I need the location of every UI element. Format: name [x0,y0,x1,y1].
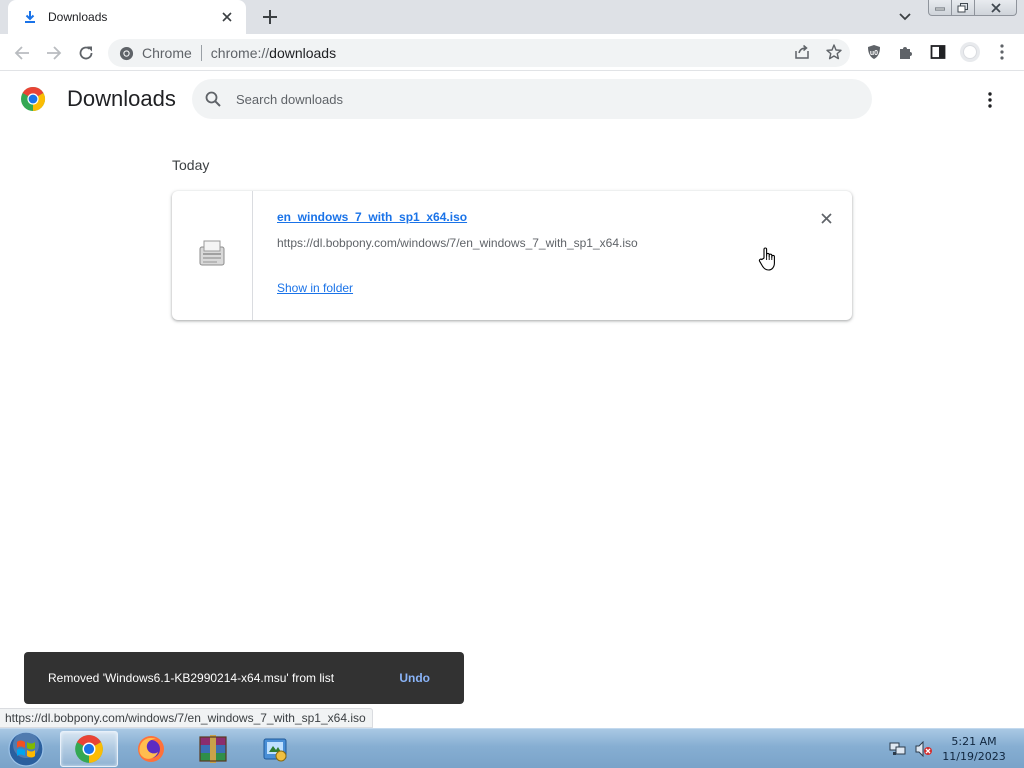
taskbar-control-panel[interactable] [246,731,304,767]
disc-image-file-icon [196,237,228,274]
taskbar-clock[interactable]: 5:21 AM 11/19/2023 [938,734,1010,764]
download-icon [22,9,38,25]
back-button[interactable] [9,40,35,66]
network-tray-icon[interactable] [888,739,908,759]
download-item-card: en_windows_7_with_sp1_x64.iso https://dl… [172,191,852,320]
minimize-button[interactable] [928,0,952,16]
omnibox-separator [200,45,202,61]
undo-button[interactable]: Undo [399,671,430,685]
remove-from-list-icon[interactable] [816,208,836,228]
search-icon [204,90,222,108]
url-scheme: chrome:// [210,45,270,61]
removed-toast: Removed 'Windows6.1-KB2990214-x64.msu' f… [24,652,464,704]
chrome-icon [75,735,103,763]
tab-search-chevron-icon[interactable] [894,8,916,26]
link-status-bubble: https://dl.bobpony.com/windows/7/en_wind… [0,708,373,728]
date-section-heading: Today [172,157,210,173]
chrome-site-icon [118,45,134,61]
restore-button[interactable] [951,0,975,16]
browser-toolbar: Chrome chrome://downloads u0 [0,34,1024,71]
volume-muted-tray-icon[interactable] [914,739,934,759]
download-source-url: https://dl.bobpony.com/windows/7/en_wind… [277,236,638,250]
search-downloads-input[interactable] [236,91,836,107]
control-panel-icon [263,738,287,762]
bookmark-star-icon[interactable] [822,40,846,64]
tab-close-icon[interactable] [218,8,236,26]
windows-taskbar: 5:21 AM 11/19/2023 [0,728,1024,768]
clock-date: 11/19/2023 [942,750,1006,763]
omnibox-url[interactable]: chrome://downloads [211,45,336,61]
tab-strip: Downloads [0,0,1024,34]
profile-avatar-icon[interactable] [958,40,982,64]
omnibox[interactable]: Chrome chrome://downloads [108,39,850,67]
search-downloads-box[interactable] [192,79,872,119]
omnibox-chip-label: Chrome [142,45,192,61]
chrome-logo-icon [20,86,46,112]
hand-cursor-icon [758,246,780,272]
taskbar-chrome[interactable] [60,731,118,767]
forward-button[interactable] [41,40,67,66]
new-tab-icon[interactable] [258,6,282,28]
ublock-shield-icon[interactable]: u0 [862,40,886,64]
file-type-area [172,191,253,320]
url-path: downloads [269,45,337,61]
downloads-menu-icon[interactable] [978,88,1002,112]
firefox-icon [138,736,164,762]
toast-message: Removed 'Windows6.1-KB2990214-x64.msu' f… [48,671,335,685]
tab-downloads[interactable]: Downloads [8,0,246,34]
tab-title: Downloads [48,10,108,24]
share-icon[interactable] [790,40,814,64]
start-button[interactable] [3,730,49,768]
downloads-header: Downloads [0,72,1024,128]
taskbar-winrar[interactable] [184,731,242,767]
winrar-icon [199,735,227,763]
svg-text:u0: u0 [870,50,878,57]
window-close-button[interactable] [974,0,1017,16]
window-controls [928,0,1017,17]
reload-button[interactable] [73,40,99,66]
clock-time: 5:21 AM [951,735,997,748]
extensions-puzzle-icon[interactable] [894,40,918,64]
show-in-folder-link[interactable]: Show in folder [277,281,353,295]
taskbar-firefox[interactable] [122,731,180,767]
download-file-name-link[interactable]: en_windows_7_with_sp1_x64.iso [277,210,467,224]
browser-menu-icon[interactable] [990,40,1014,64]
side-panel-icon[interactable] [926,40,950,64]
page-title: Downloads [67,86,176,111]
